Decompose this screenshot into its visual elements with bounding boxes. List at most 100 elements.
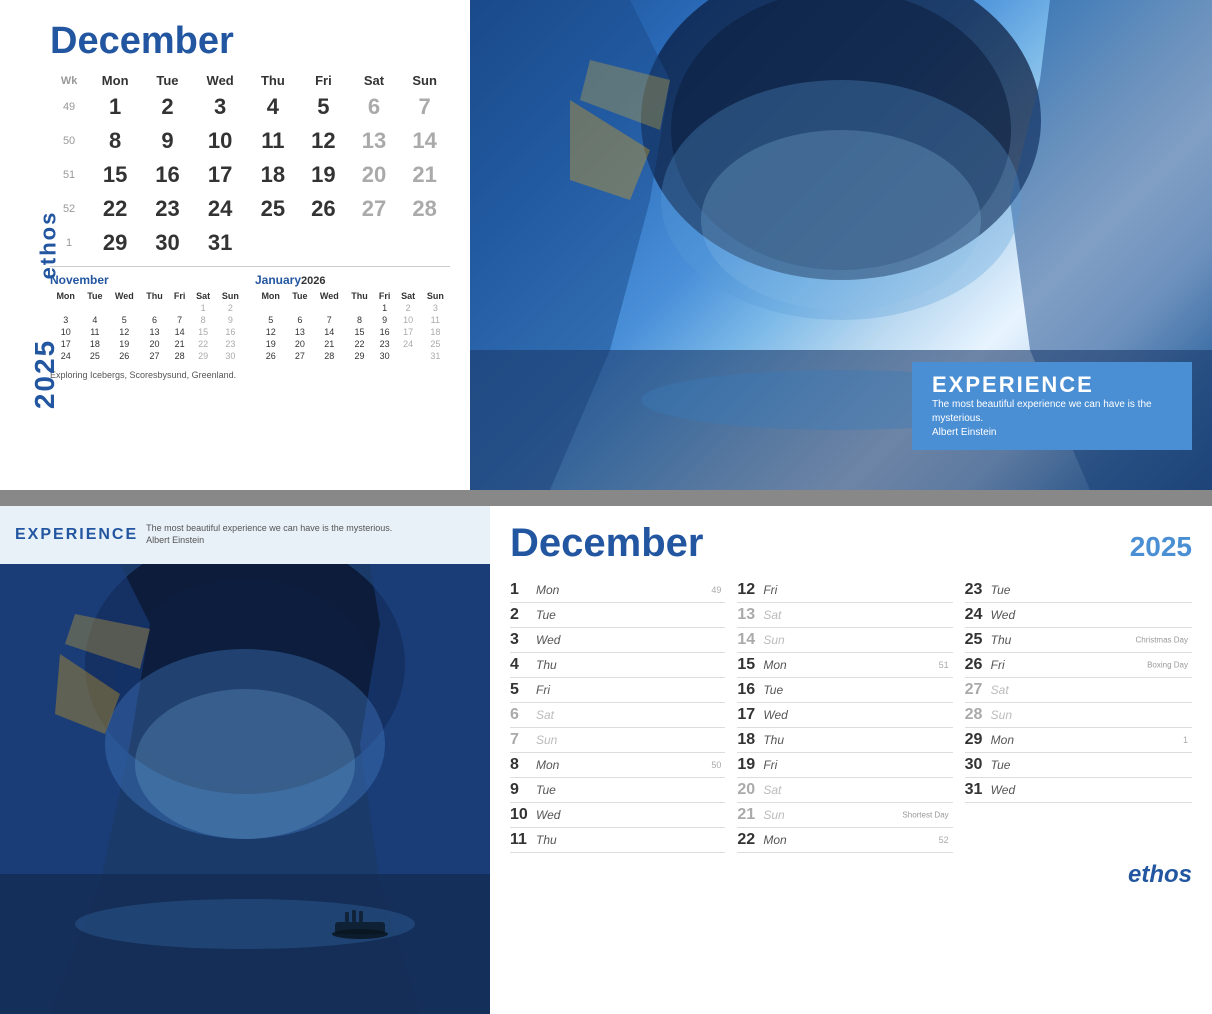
day-name: Mon <box>763 833 952 847</box>
experience-label-bottom: EXPERIENCE <box>15 526 138 544</box>
day-name: Sat <box>763 783 952 797</box>
day-name: Sat <box>536 708 725 722</box>
day-number: 29 <box>965 731 987 749</box>
day-entry: 9 Tue <box>510 778 725 803</box>
day-number: 8 <box>510 756 532 774</box>
bottom-left-photo <box>0 564 490 1014</box>
bottom-photo-svg <box>0 564 490 1014</box>
day-name: Thu <box>763 733 952 747</box>
day-entry: 26FriBoxing Day <box>965 653 1192 678</box>
day-name: Mon <box>536 583 725 597</box>
day-entry: 30 Tue <box>965 753 1192 778</box>
week-badge: 50 <box>711 760 721 770</box>
day-number: 10 <box>510 806 532 824</box>
day-entry: 15 Mon51 <box>737 653 952 678</box>
week-badge: 49 <box>711 585 721 595</box>
day-number: 18 <box>737 731 759 749</box>
day-number: 22 <box>737 831 759 849</box>
day-number: 24 <box>965 606 987 624</box>
day-number: 7 <box>510 731 532 749</box>
day-entry: 20 Sat <box>737 778 952 803</box>
day-entry: 5Fri <box>510 678 725 703</box>
day-number: 23 <box>965 581 987 599</box>
day-entry: 31 Wed <box>965 778 1192 803</box>
day-number: 11 <box>510 831 532 849</box>
day-number: 5 <box>510 681 532 699</box>
main-calendar: WkMonTueWedThuFriSatSun 4912345675089101… <box>50 71 450 260</box>
bottom-year: 2025 <box>1130 531 1192 563</box>
year-label: 2025 <box>29 339 61 409</box>
day-number: 13 <box>737 606 759 624</box>
day-number: 31 <box>965 781 987 799</box>
day-entry: 23 Tue <box>965 578 1192 603</box>
day-name: Thu <box>536 658 725 672</box>
day-name: Mon <box>763 658 952 672</box>
day-number: 25 <box>965 631 987 649</box>
day-entry: 14 Sun <box>737 628 952 653</box>
divider-gap <box>0 490 1212 498</box>
day-number: 28 <box>965 706 987 724</box>
january-title: January2026 <box>255 273 450 287</box>
day-name: Wed <box>991 783 1192 797</box>
day-number: 20 <box>737 781 759 799</box>
day-number: 3 <box>510 631 532 649</box>
day-entry: 6Sat <box>510 703 725 728</box>
mini-cal-november: November MonTueWedThuFriSatSun1234567891… <box>50 273 245 362</box>
photo-background: EXPERIENCE The most beautiful experience… <box>470 0 1212 490</box>
day-entry: 10 Wed <box>510 803 725 828</box>
days-column-1: 1Mon492Tue3Wed4Thu5Fri6Sat7Sun8Mon509Tue… <box>510 578 737 853</box>
week-badge: 1 <box>1183 735 1188 745</box>
day-entry: 7Sun <box>510 728 725 753</box>
photo-caption: Exploring Icebergs, Scoresbysund, Greenl… <box>50 370 450 380</box>
ethos-logo-top: ethos <box>35 211 61 280</box>
day-name: Mon <box>536 758 725 772</box>
day-name: Wed <box>536 808 725 822</box>
days-column-3: 23Tue24Wed25ThuChristmas Day26FriBoxing … <box>965 578 1192 853</box>
day-name: Tue <box>991 758 1192 772</box>
day-entry: 11Thu <box>510 828 725 853</box>
holiday-label: Shortest Day <box>902 811 948 820</box>
days-grid: 1Mon492Tue3Wed4Thu5Fri6Sat7Sun8Mon509Tue… <box>510 578 1192 853</box>
day-name: Tue <box>536 783 725 797</box>
day-entry: 22Mon52 <box>737 828 952 853</box>
day-entry: 13 Sat <box>737 603 952 628</box>
top-half: ethos 2025 December WkMonTueWedThuFriSat… <box>0 0 1212 490</box>
day-entry: 28Sun <box>965 703 1192 728</box>
day-number: 9 <box>510 781 532 799</box>
day-entry: 16Tue <box>737 678 952 703</box>
day-entry: 25ThuChristmas Day <box>965 628 1192 653</box>
month-title: December <box>50 20 450 63</box>
experience-title: EXPERIENCE <box>932 372 1172 398</box>
day-entry: 1Mon49 <box>510 578 725 603</box>
day-number: 19 <box>737 756 759 774</box>
day-number: 15 <box>737 656 759 674</box>
day-name: Tue <box>991 583 1192 597</box>
bottom-half: EXPERIENCE The most beautiful experience… <box>0 506 1212 1014</box>
experience-badge: EXPERIENCE The most beautiful experience… <box>912 362 1192 450</box>
day-name: Wed <box>536 633 725 647</box>
experience-quote: The most beautiful experience we can hav… <box>932 398 1172 440</box>
day-number: 30 <box>965 756 987 774</box>
day-number: 2 <box>510 606 532 624</box>
day-number: 14 <box>737 631 759 649</box>
december-title: December <box>510 521 703 566</box>
holiday-label: Boxing Day <box>1147 661 1188 670</box>
day-name: Tue <box>536 608 725 622</box>
november-title: November <box>50 273 245 287</box>
day-number: 16 <box>737 681 759 699</box>
day-name: Fri <box>763 583 952 597</box>
day-entry: 4Thu <box>510 653 725 678</box>
bottom-left-panel: EXPERIENCE The most beautiful experience… <box>0 506 490 1014</box>
day-entry: 29Mon1 <box>965 728 1192 753</box>
day-name: Sun <box>763 633 952 647</box>
day-name: Sat <box>991 683 1192 697</box>
bottom-right-header: December 2025 <box>510 521 1192 566</box>
day-name: Fri <box>763 758 952 772</box>
day-entry: 18 Thu <box>737 728 952 753</box>
bottom-left-header: EXPERIENCE The most beautiful experience… <box>0 506 490 564</box>
day-entry: 3 Wed <box>510 628 725 653</box>
day-entry: 24Wed <box>965 603 1192 628</box>
day-name: Wed <box>763 708 952 722</box>
week-badge: 51 <box>939 660 949 670</box>
day-name: Sat <box>763 608 952 622</box>
